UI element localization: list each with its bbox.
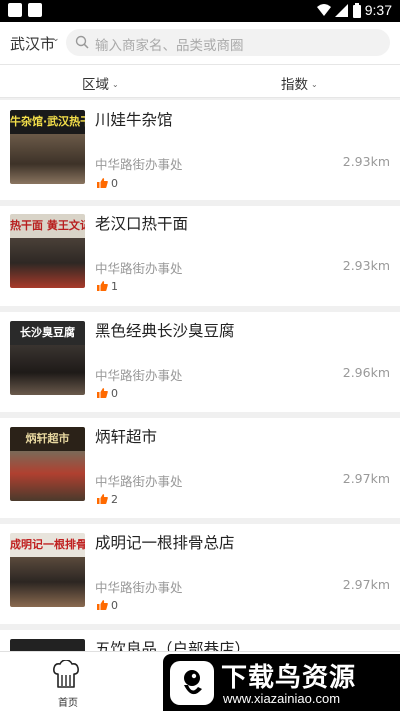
shop-name: 川娃牛杂馆 <box>95 111 173 129</box>
like-count[interactable]: 0 <box>97 177 118 190</box>
shop-distance: 2.93km <box>342 154 390 169</box>
watermark-title: 下载鸟资源 <box>221 663 357 693</box>
area-filter[interactable]: 区域 ⌄ <box>82 73 119 93</box>
index-filter[interactable]: 指数 ⌄ <box>281 73 318 93</box>
notification-icon <box>8 3 22 17</box>
shop-thumbnail: 牛杂馆·武汉热干 <box>10 110 85 184</box>
shop-list-item[interactable]: 五饮良品（户部巷店） <box>0 630 400 651</box>
shop-distance: 2.97km <box>342 471 390 486</box>
chevron-down-icon: ⌄ <box>311 80 318 89</box>
like-count-value: 0 <box>111 177 118 190</box>
shop-sign: 热干面 黄王文记 <box>10 214 85 238</box>
shop-name: 黑色经典长沙臭豆腐 <box>95 322 235 340</box>
shop-list-item[interactable]: 炳轩超市 炳轩超市 中华路街办事处 2.97km 2 <box>0 418 400 518</box>
site-logo <box>170 661 214 705</box>
thumbs-up-icon <box>97 600 108 610</box>
shop-thumbnail: 长沙臭豆腐 <box>10 321 85 395</box>
search-input[interactable]: 输入商家名、品类或商圈 <box>66 29 390 56</box>
wifi-icon <box>317 4 331 16</box>
shop-district: 中华路街办事处 <box>95 157 183 172</box>
shop-list-item[interactable]: 热干面 黄王文记 老汉口热干面 中华路街办事处 2.93km 1 <box>0 206 400 306</box>
shop-list-item[interactable]: 成明记一根排骨 成明记一根排骨总店 中华路街办事处 2.97km 0 <box>0 524 400 624</box>
clock: 9:37 <box>364 2 392 18</box>
shop-name: 老汉口热干面 <box>95 215 189 233</box>
battery-icon <box>353 3 361 18</box>
app-screen: 9:37 武汉市 ⌄ 输入商家名、品类或商圈 区域 ⌄ 指数 ⌄ 牛杂馆·武汉热干 <box>0 0 400 711</box>
chevron-down-icon: ⌄ <box>112 80 119 89</box>
shop-thumbnail: 炳轩超市 <box>10 427 85 501</box>
search-icon <box>75 35 89 49</box>
thumbs-up-icon <box>97 281 108 291</box>
shop-sign: 牛杂馆·武汉热干 <box>10 110 85 134</box>
like-count[interactable]: 2 <box>97 493 118 506</box>
area-filter-label: 区域 <box>82 77 109 93</box>
shop-district: 中华路街办事处 <box>95 580 183 595</box>
shop-district: 中华路街办事处 <box>95 368 183 383</box>
shop-thumbnail: 热干面 黄王文记 <box>10 214 85 288</box>
search-header: 武汉市 ⌄ 输入商家名、品类或商圈 <box>0 22 400 64</box>
like-count-value: 0 <box>111 599 118 612</box>
notification-icon <box>28 3 42 17</box>
thumbs-up-icon <box>97 494 108 504</box>
watermark: 下载鸟资源 www.xiazainiao.com <box>163 654 400 711</box>
shop-list-item[interactable]: 牛杂馆·武汉热干 川娃牛杂馆 中华路街办事处 2.93km 0 <box>0 100 400 200</box>
shop-distance: 2.96km <box>342 365 390 380</box>
chevron-down-icon[interactable]: ⌄ <box>52 34 60 44</box>
shop-name: 炳轩超市 <box>95 428 158 446</box>
status-bar: 9:37 <box>0 0 400 22</box>
tab-home-label: 首页 <box>58 698 78 709</box>
shop-sign <box>10 639 85 651</box>
like-count-value: 2 <box>111 493 118 506</box>
shop-sign: 长沙臭豆腐 <box>10 321 85 345</box>
shop-district: 中华路街办事处 <box>95 474 183 489</box>
thumbs-up-icon <box>97 388 108 398</box>
signal-icon <box>335 4 348 17</box>
search-placeholder: 输入商家名、品类或商圈 <box>95 38 244 54</box>
like-count[interactable]: 1 <box>97 280 118 293</box>
like-count-value: 0 <box>111 387 118 400</box>
shop-list: 牛杂馆·武汉热干 川娃牛杂馆 中华路街办事处 2.93km 0 热干面 黄王文记… <box>0 98 400 651</box>
index-filter-label: 指数 <box>281 77 308 93</box>
shop-thumbnail: 成明记一根排骨 <box>10 533 85 607</box>
filter-bar: 区域 ⌄ 指数 ⌄ <box>0 64 400 98</box>
shop-district: 中华路街办事处 <box>95 261 183 276</box>
like-count-value: 1 <box>111 280 118 293</box>
shop-list-item[interactable]: 长沙臭豆腐 黑色经典长沙臭豆腐 中华路街办事处 2.96km 0 <box>0 312 400 412</box>
shop-name: 五饮良品（户部巷店） <box>95 640 251 651</box>
shop-sign: 炳轩超市 <box>10 427 85 451</box>
shop-distance: 2.97km <box>342 577 390 592</box>
like-count[interactable]: 0 <box>97 387 118 400</box>
shop-thumbnail <box>10 639 85 651</box>
shop-distance: 2.93km <box>342 258 390 273</box>
tab-home[interactable]: 首页 <box>46 658 86 709</box>
chef-hat-icon <box>53 660 79 688</box>
shop-sign: 成明记一根排骨 <box>10 533 85 557</box>
bird-logo-icon <box>184 670 202 695</box>
like-count[interactable]: 0 <box>97 599 118 612</box>
shop-name: 成明记一根排骨总店 <box>95 534 235 552</box>
city-selector[interactable]: 武汉市 <box>10 33 55 54</box>
watermark-url: www.xiazainiao.com <box>223 691 341 706</box>
thumbs-up-icon <box>97 178 108 188</box>
